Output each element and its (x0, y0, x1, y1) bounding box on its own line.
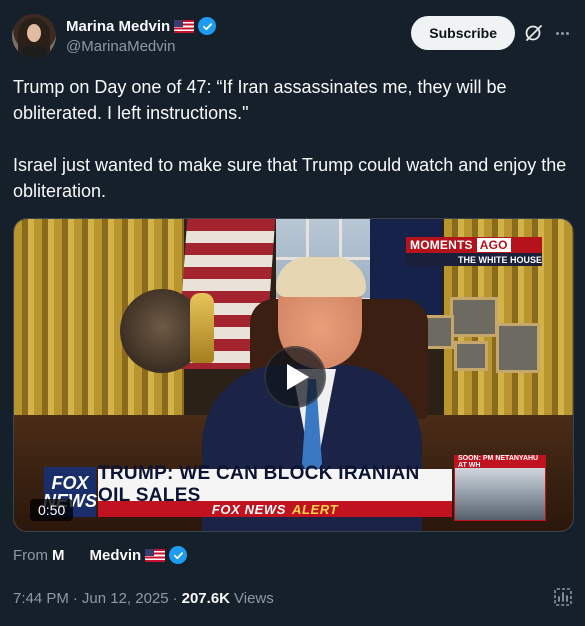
moments-ago-bug: MOMENTS AGO THE WHITE HOUSE (406, 237, 542, 267)
meta-separator: · (172, 590, 178, 607)
display-name[interactable]: Marina Medvin (66, 18, 170, 35)
news-alert-bar: FOX NEWS ALERT (98, 501, 452, 517)
source-name[interactable]: M Medvin (52, 547, 141, 564)
tweet-date[interactable]: Jun 12, 2025 (82, 590, 169, 607)
tweet-meta: 7:44 PM · Jun 12, 2025 · 207.6K Views (13, 590, 274, 607)
views-label: Views (234, 590, 274, 607)
views-count: 207.6K (181, 590, 230, 607)
verified-badge-icon[interactable] (198, 17, 217, 35)
grok-icon[interactable] (523, 22, 545, 44)
soon-inset: SOON: PM NETANYAHU AT WH (454, 455, 546, 521)
subscribe-button[interactable]: Subscribe (411, 16, 515, 50)
avatar[interactable] (12, 14, 56, 58)
soon-label: SOON: PM NETANYAHU AT WH (455, 455, 545, 469)
trophy (190, 293, 214, 363)
news-headline: TRUMP: WE CAN BLOCK IRANIAN OIL SALES (98, 463, 452, 506)
from-label: From (13, 546, 48, 564)
tweet-text: Trump on Day one of 47: “If Iran assassi… (13, 77, 567, 201)
analytics-icon[interactable] (552, 586, 574, 608)
author-handle[interactable]: @MarinaMedvin (66, 38, 216, 55)
verified-badge-icon[interactable] (169, 546, 188, 564)
author-name-row: Marina Medvin (66, 16, 217, 36)
video-duration: 0:50 (30, 499, 74, 521)
alert-brand: FOX NEWS (211, 501, 287, 517)
news-lower-third: FOXNEWS TRUMP: WE CAN BLOCK IRANIAN OIL … (14, 463, 452, 521)
tweet-header: Marina Medvin @MarinaMedvin Subscribe (12, 12, 573, 64)
tweet-time[interactable]: 7:44 PM (13, 590, 69, 607)
video-player[interactable]: MOMENTSAGO THE WHITE HOUSE FOXNEWS TRUMP… (13, 218, 574, 532)
play-icon[interactable] (264, 346, 326, 408)
ago-label: AGO (476, 238, 511, 252)
author-block: Marina Medvin @MarinaMedvin (66, 16, 217, 55)
us-flag-icon (145, 548, 166, 562)
photo-frames (412, 297, 542, 377)
us-flag-icon (174, 19, 195, 33)
moments-label: MOMENTS (410, 238, 473, 252)
meta-separator: · (72, 590, 78, 607)
video-attribution: From M Medvin (13, 546, 188, 564)
alert-word: ALERT (292, 501, 339, 517)
more-icon[interactable] (551, 22, 573, 44)
location-label: THE WHITE HOUSE (406, 253, 542, 266)
